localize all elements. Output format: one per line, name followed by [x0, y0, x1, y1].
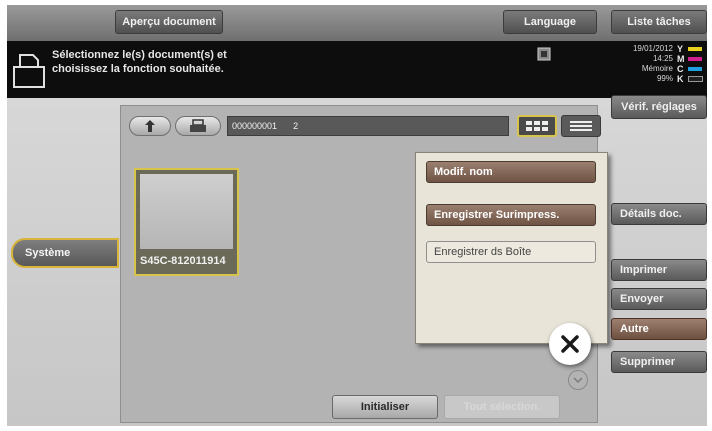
device-screen: Aperçu document Language Liste tâches Sé… — [7, 5, 707, 426]
save-to-box-button[interactable]: Enregistrer ds Boîte — [426, 241, 596, 263]
document-preview-image — [140, 174, 233, 249]
instruction-line-2: choisissez la fonction souhaitée. — [52, 63, 224, 75]
memory-value: 99% — [656, 74, 673, 83]
toner-cyan: C — [677, 64, 703, 74]
box-path-field: 000000001 2 — [227, 116, 509, 136]
toner-magenta: M — [677, 54, 703, 64]
other-functions-popup: Modif. nom Enregistrer Surimpress. Enreg… — [415, 152, 608, 344]
list-view-button[interactable] — [561, 115, 601, 137]
toner-black: K — [677, 74, 703, 84]
close-popup-button[interactable] — [549, 323, 591, 365]
box-number: 000000001 — [232, 121, 278, 131]
tab-systeme[interactable]: Système — [11, 238, 119, 268]
box-document-icon — [13, 53, 45, 94]
grid-view-icon — [526, 121, 548, 131]
print-button[interactable]: Imprimer — [611, 259, 707, 281]
message-bar: Sélectionnez le(s) document(s) et choisi… — [7, 41, 707, 98]
date-text: 19/01/2012 — [632, 44, 673, 53]
check-settings-button[interactable]: Vérif. réglages — [611, 95, 707, 119]
job-list-button[interactable]: Liste tâches — [611, 10, 707, 34]
chevron-down-icon — [573, 377, 583, 384]
document-preview-button[interactable]: Aperçu document — [115, 10, 223, 34]
rename-button[interactable]: Modif. nom — [426, 161, 596, 183]
thumbnail-view-button[interactable] — [517, 115, 557, 137]
document-name: S45C-812011914 — [140, 255, 226, 267]
document-details-button[interactable]: Détails doc. — [611, 203, 707, 225]
top-bar: Aperçu document Language Liste tâches — [7, 5, 707, 41]
memory-label: Mémoire — [641, 64, 673, 73]
language-button[interactable]: Language — [503, 10, 597, 34]
save-overlay-button[interactable]: Enregistrer Surimpress. — [426, 204, 596, 226]
list-view-icon — [570, 121, 592, 131]
path-bar: 000000001 2 — [129, 114, 601, 140]
select-all-button[interactable]: Tout sélection. — [444, 395, 560, 419]
box-type-button[interactable] — [175, 116, 221, 136]
scroll-down-button[interactable] — [568, 370, 588, 390]
instruction-message: Sélectionnez le(s) document(s) et choisi… — [52, 48, 312, 76]
box-count: 2 — [293, 121, 299, 131]
reset-button[interactable]: Initialiser — [332, 395, 438, 419]
instruction-line-1: Sélectionnez le(s) document(s) et — [52, 49, 227, 61]
up-folder-button[interactable] — [129, 116, 171, 136]
other-button[interactable]: Autre — [611, 318, 707, 340]
close-icon — [561, 335, 579, 353]
up-arrow-icon — [145, 120, 155, 132]
send-button[interactable]: Envoyer — [611, 288, 707, 310]
status-clock: 19/01/2012 14:25 Mémoire 99% — [603, 44, 673, 84]
toner-levels: Y M C K — [677, 44, 703, 84]
document-thumbnail[interactable]: S45C-812011914 — [134, 168, 239, 276]
toner-yellow: Y — [677, 44, 703, 54]
printer-status-icon — [537, 47, 551, 66]
time-text: 14:25 — [652, 54, 673, 63]
printer-icon — [190, 119, 206, 132]
delete-button[interactable]: Supprimer — [611, 351, 707, 373]
